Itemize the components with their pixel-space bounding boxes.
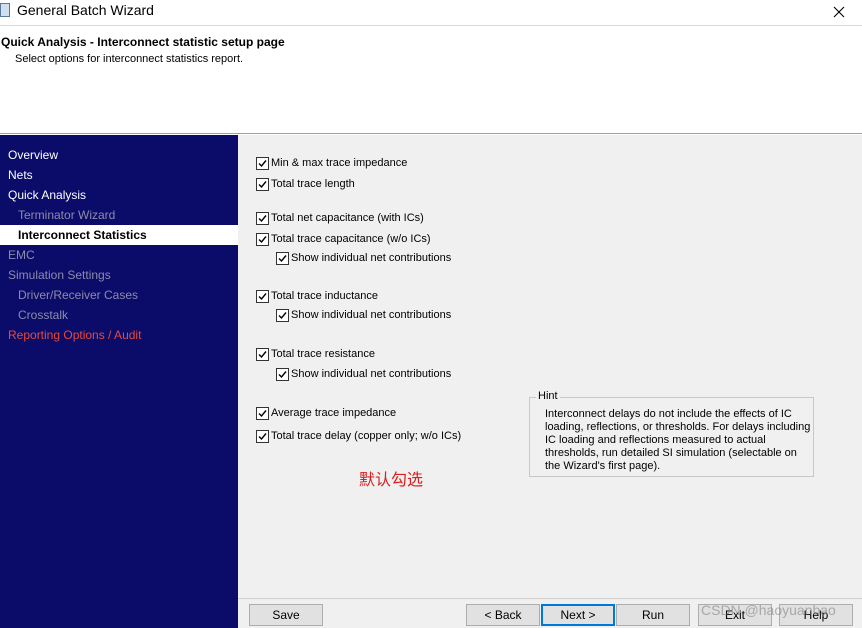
option-total-net-capacitance[interactable]: Total net capacitance (with ICs)	[256, 210, 424, 226]
option-label: Total net capacitance (with ICs)	[271, 212, 424, 224]
option-total-trace-capacitance[interactable]: Total trace capacitance (w/o ICs)	[256, 231, 431, 247]
title-bar: General Batch Wizard	[0, 0, 862, 26]
run-button[interactable]: Run	[616, 604, 690, 626]
button-bar: Save < Back Next > Run Exit Help CSDN @h…	[238, 598, 862, 628]
option-label: Total trace delay (copper only; w/o ICs)	[271, 430, 462, 442]
sidebar-item-crosstalk[interactable]: Crosstalk	[0, 305, 238, 325]
default-checked-annotation: 默认勾选	[359, 472, 424, 489]
checkmark-icon	[258, 432, 267, 440]
option-min-max-impedance[interactable]: Min & max trace impedance	[256, 155, 407, 171]
checkmark-icon	[258, 214, 267, 222]
hint-box: Hint Interconnect delays do not include …	[529, 390, 814, 477]
back-button[interactable]: < Back	[466, 604, 540, 626]
option-total-trace-length[interactable]: Total trace length	[256, 176, 355, 192]
checkmark-icon	[258, 235, 267, 243]
option-label: Total trace inductance	[271, 290, 379, 302]
hint-text: Interconnect delays do not include the e…	[545, 408, 811, 472]
checkmark-icon	[258, 159, 267, 167]
checkbox[interactable]	[276, 367, 289, 381]
option-label: Total trace resistance	[271, 348, 375, 360]
checkbox[interactable]	[256, 347, 269, 361]
window-title: General Batch Wizard	[17, 2, 154, 18]
hint-title: Hint	[536, 390, 560, 402]
checkmark-icon	[278, 370, 287, 378]
checkbox[interactable]	[256, 429, 269, 443]
checkbox[interactable]	[256, 406, 269, 420]
checkbox[interactable]	[256, 211, 269, 225]
checkmark-icon	[278, 311, 287, 319]
checkmark-icon	[258, 409, 267, 417]
option-inductance-contributions[interactable]: Show individual net contributions	[276, 307, 451, 323]
option-label: Min & max trace impedance	[271, 157, 408, 169]
option-resistance-contributions[interactable]: Show individual net contributions	[276, 366, 451, 382]
option-total-trace-resistance[interactable]: Total trace resistance	[256, 346, 375, 362]
page-title: Quick Analysis - Interconnect statistic …	[1, 35, 285, 49]
watermark: CSDN @haoyuanbao	[701, 602, 836, 618]
sidebar-item-nets[interactable]: Nets	[0, 165, 238, 185]
checkbox[interactable]	[276, 251, 289, 265]
app-icon	[0, 3, 10, 17]
option-label: Show individual net contributions	[291, 252, 452, 264]
save-button[interactable]: Save	[249, 604, 323, 626]
sidebar-item-quick-analysis[interactable]: Quick Analysis	[0, 185, 238, 205]
option-label: Average trace impedance	[271, 407, 397, 419]
close-icon	[833, 6, 845, 18]
option-total-trace-inductance[interactable]: Total trace inductance	[256, 288, 378, 304]
checkmark-icon	[258, 292, 267, 300]
options-panel: Min & max trace impedance Total trace le…	[238, 135, 862, 598]
sidebar-item-emc[interactable]: EMC	[0, 245, 238, 265]
option-label: Show individual net contributions	[291, 309, 452, 321]
sidebar-item-simulation-settings[interactable]: Simulation Settings	[0, 265, 238, 285]
sidebar-item-terminator-wizard[interactable]: Terminator Wizard	[0, 205, 238, 225]
option-capacitance-contributions[interactable]: Show individual net contributions	[276, 250, 451, 266]
next-button[interactable]: Next >	[541, 604, 615, 626]
wizard-sidebar: Overview Nets Quick Analysis Terminator …	[0, 135, 238, 628]
sidebar-item-driver-receiver-cases[interactable]: Driver/Receiver Cases	[0, 285, 238, 305]
option-average-trace-impedance[interactable]: Average trace impedance	[256, 405, 396, 421]
page-subtitle: Select options for interconnect statisti…	[15, 53, 244, 65]
checkmark-icon	[258, 180, 267, 188]
page-header: Quick Analysis - Interconnect statistic …	[0, 27, 862, 133]
close-button[interactable]	[816, 0, 862, 24]
sidebar-item-overview[interactable]: Overview	[0, 145, 238, 165]
checkmark-icon	[278, 254, 287, 262]
sidebar-item-reporting-options[interactable]: Reporting Options / Audit	[0, 325, 238, 345]
checkmark-icon	[258, 350, 267, 358]
checkbox[interactable]	[256, 289, 269, 303]
sidebar-item-interconnect-statistics[interactable]: Interconnect Statistics	[0, 225, 238, 245]
checkbox[interactable]	[276, 308, 289, 322]
checkbox[interactable]	[256, 156, 269, 170]
checkbox[interactable]	[256, 177, 269, 191]
option-total-trace-delay[interactable]: Total trace delay (copper only; w/o ICs)	[256, 428, 461, 444]
option-label: Total trace length	[271, 178, 355, 190]
option-label: Show individual net contributions	[291, 368, 452, 380]
option-label: Total trace capacitance (w/o ICs)	[271, 233, 431, 245]
checkbox[interactable]	[256, 232, 269, 246]
